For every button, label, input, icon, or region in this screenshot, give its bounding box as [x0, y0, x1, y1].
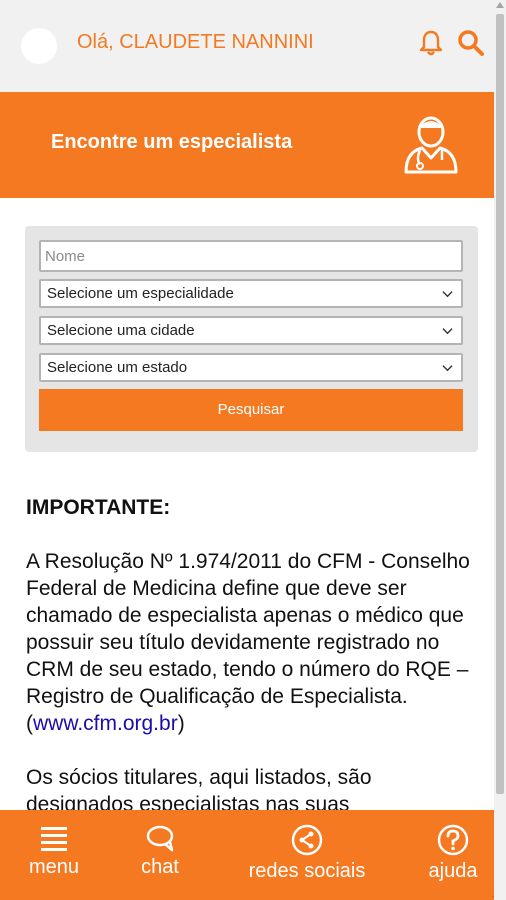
specialty-select[interactable]: Selecione um especialidade	[39, 279, 463, 308]
chat-icon	[146, 825, 174, 852]
specialty-select-label: Selecione um especialidade	[47, 285, 234, 302]
bottom-nav: menu chat redes sociais ajuda	[0, 810, 506, 900]
bell-icon[interactable]	[416, 28, 446, 58]
notice-paragraph-text: A Resolução Nº 1.974/2011 do CFM - Conse…	[26, 550, 470, 735]
greeting-text: Olá, CLAUDETE NANNINI	[77, 31, 314, 53]
notice-heading: IMPORTANTE:	[26, 496, 171, 519]
state-select[interactable]: Selecione um estado	[39, 353, 463, 382]
nav-social[interactable]: redes sociais	[242, 824, 372, 883]
nav-help-label: ajuda	[428, 860, 478, 882]
nav-chat-label: chat	[141, 856, 179, 878]
chevron-down-icon	[442, 328, 453, 335]
top-header: Olá, CLAUDETE NANNINI	[0, 0, 494, 92]
important-notice: IMPORTANTE: A Resolução Nº 1.974/2011 do…	[26, 494, 481, 845]
menu-icon	[41, 827, 67, 851]
nav-menu-label: menu	[28, 856, 80, 878]
nav-chat[interactable]: chat	[130, 824, 190, 879]
search-icon[interactable]	[456, 28, 486, 58]
scroll-up-icon[interactable]	[496, 2, 504, 8]
scrollbar[interactable]	[494, 0, 506, 900]
scrollbar-thumb[interactable]	[496, 14, 504, 794]
search-form-panel: Selecione um especialidade Selecione uma…	[25, 226, 478, 452]
chevron-down-icon	[442, 291, 453, 298]
nav-social-label: redes sociais	[248, 860, 366, 882]
city-select-label: Selecione uma cidade	[47, 322, 195, 339]
city-select[interactable]: Selecione uma cidade	[39, 316, 463, 345]
banner-title: Encontre um especialista	[51, 131, 293, 153]
specialist-banner: Encontre um especialista	[0, 92, 506, 198]
chevron-down-icon	[442, 365, 453, 372]
name-input[interactable]	[39, 240, 463, 272]
state-select-label: Selecione um estado	[47, 359, 188, 376]
share-icon	[291, 824, 323, 856]
help-icon	[437, 824, 469, 856]
notice-paragraph: A Resolução Nº 1.974/2011 do CFM - Conse…	[26, 548, 481, 737]
search-button[interactable]: Pesquisar	[39, 389, 463, 431]
notice-paragraph-end: )	[177, 712, 185, 735]
nav-menu[interactable]: menu	[24, 824, 84, 879]
cfm-link[interactable]: www.cfm.org.br	[33, 712, 178, 735]
doctor-icon	[400, 112, 462, 174]
avatar[interactable]	[21, 28, 57, 64]
nav-help[interactable]: ajuda	[423, 824, 483, 883]
